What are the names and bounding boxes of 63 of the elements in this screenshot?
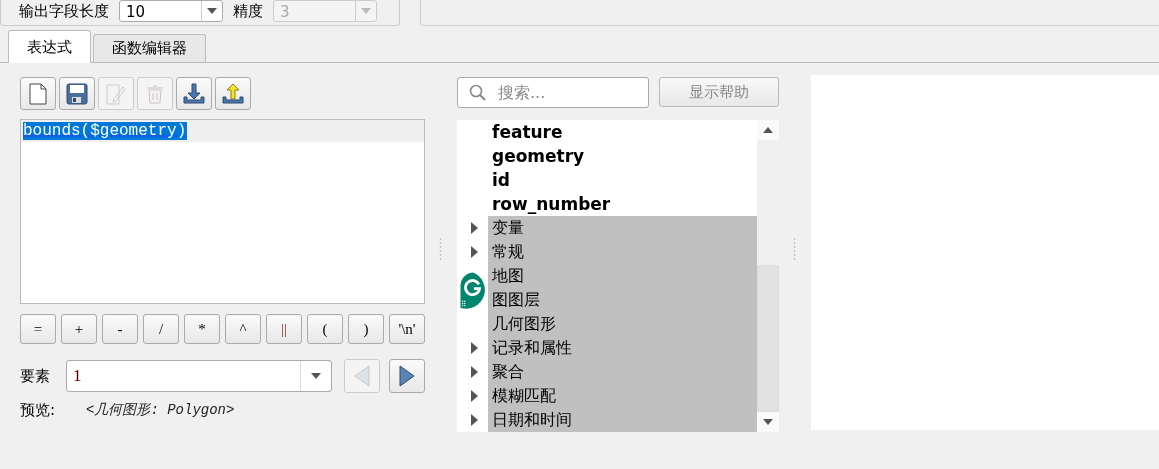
operator-button[interactable]: - (102, 314, 138, 344)
save-button[interactable] (59, 77, 95, 110)
trash-icon (146, 83, 164, 104)
search-field[interactable]: 搜索... (457, 77, 649, 108)
caret-icon (311, 373, 321, 379)
expand-arrow-icon[interactable] (471, 342, 478, 354)
feature-combo-box[interactable]: 1 (66, 360, 332, 392)
operator-button[interactable]: '\n' (389, 314, 425, 344)
combo-box[interactable]: 10 (119, 0, 223, 22)
operator-button[interactable]: + (61, 314, 97, 344)
group-item[interactable]: 图图层 (488, 288, 757, 312)
group-item[interactable]: 变量 (488, 216, 757, 240)
preview-text: <几何图形: Polygon> (86, 401, 235, 420)
assistant-badge-icon[interactable] (457, 270, 488, 310)
group-item[interactable]: 几何图形 (488, 312, 757, 336)
operator-button[interactable]: || (266, 314, 302, 344)
scroll-down-icon (763, 419, 773, 425)
operator-button[interactable]: = (20, 314, 56, 344)
right-triangle-icon (399, 365, 415, 387)
left-triangle-icon (354, 365, 370, 387)
tab[interactable]: 函数编辑器 (93, 34, 206, 62)
group-item[interactable]: 日期和时间 (488, 408, 757, 432)
new-button[interactable] (20, 77, 56, 110)
expand-arrow-icon[interactable] (471, 222, 478, 234)
expand-arrow-icon[interactable] (471, 366, 478, 378)
group-item[interactable]: 模糊匹配 (488, 384, 757, 408)
group-item[interactable]: 聚合 (488, 360, 757, 384)
scroll-up-icon (763, 127, 773, 133)
tab[interactable]: 表达式 (8, 30, 91, 63)
field-item[interactable]: row_number (488, 192, 757, 216)
expand-arrow-icon[interactable] (471, 414, 478, 426)
operator-button[interactable]: / (143, 314, 179, 344)
operator-button[interactable]: ) (348, 314, 384, 344)
expand-arrow-icon[interactable] (471, 246, 478, 258)
next-button[interactable] (389, 359, 425, 393)
splitter-handle-icon[interactable] (439, 237, 443, 261)
field-item[interactable]: feature (488, 120, 757, 144)
operator-button[interactable]: ( (307, 314, 343, 344)
group-item[interactable]: 常规 (488, 240, 757, 264)
export-button[interactable] (215, 77, 251, 110)
field-item[interactable]: id (488, 168, 757, 192)
preview-label: 预览: (20, 401, 57, 420)
operator-button[interactable]: ^ (225, 314, 261, 344)
group-item[interactable]: 记录和属性 (488, 336, 757, 360)
splitter-handle-icon[interactable] (793, 237, 797, 261)
document-icon (29, 82, 47, 105)
upload-icon (222, 82, 244, 105)
download-icon (183, 82, 205, 105)
scrollbar[interactable] (757, 120, 779, 432)
field-item[interactable]: geometry (488, 144, 757, 168)
import-button[interactable] (176, 77, 212, 110)
group-item[interactable]: 地图 (488, 264, 757, 288)
expand-arrow-icon[interactable] (471, 390, 478, 402)
expression-text: bounds($geometry) (23, 122, 188, 140)
field-label: 精度 (233, 1, 263, 22)
caret-icon (207, 8, 217, 14)
operator-button[interactable]: * (184, 314, 220, 344)
feature-label: 要素 (20, 366, 51, 386)
expression-editor[interactable]: bounds($geometry) (20, 119, 425, 304)
field-label: 输出字段长度 (19, 1, 109, 22)
pencil-icon (106, 82, 126, 105)
search-icon (469, 84, 487, 102)
caret-icon (361, 8, 371, 14)
